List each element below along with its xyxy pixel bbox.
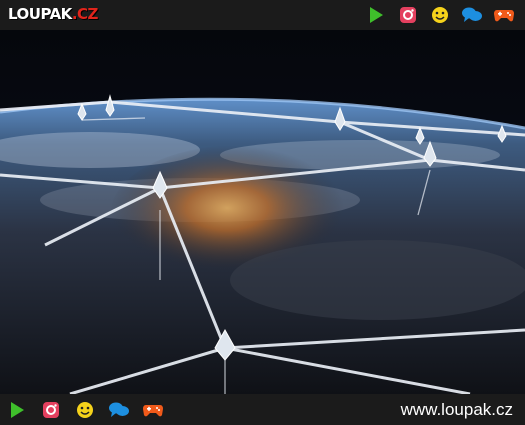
- smiley-icon[interactable]: [74, 400, 96, 420]
- satellites-over-earth-image: [0, 30, 525, 394]
- play-icon[interactable]: [365, 5, 387, 25]
- bottom-bar: www.loupak.cz: [0, 394, 525, 425]
- logo-tld-text: .CZ: [71, 5, 99, 23]
- smiley-icon[interactable]: [429, 5, 451, 25]
- site-url-link[interactable]: www.loupak.cz: [401, 400, 513, 420]
- gamepad-icon[interactable]: [493, 5, 515, 25]
- gamepad-icon[interactable]: [142, 400, 164, 420]
- top-icon-nav: [365, 5, 515, 25]
- play-icon[interactable]: [6, 400, 28, 420]
- site-logo[interactable]: LOUPAK.CZ: [8, 5, 98, 23]
- chat-icon[interactable]: [108, 400, 130, 420]
- bottom-icon-nav: [6, 400, 164, 420]
- instagram-icon[interactable]: [397, 5, 419, 25]
- instagram-icon[interactable]: [40, 400, 62, 420]
- logo-main-text: LOUPAK: [8, 5, 72, 23]
- chat-icon[interactable]: [461, 5, 483, 25]
- top-bar: LOUPAK.CZ: [0, 0, 525, 30]
